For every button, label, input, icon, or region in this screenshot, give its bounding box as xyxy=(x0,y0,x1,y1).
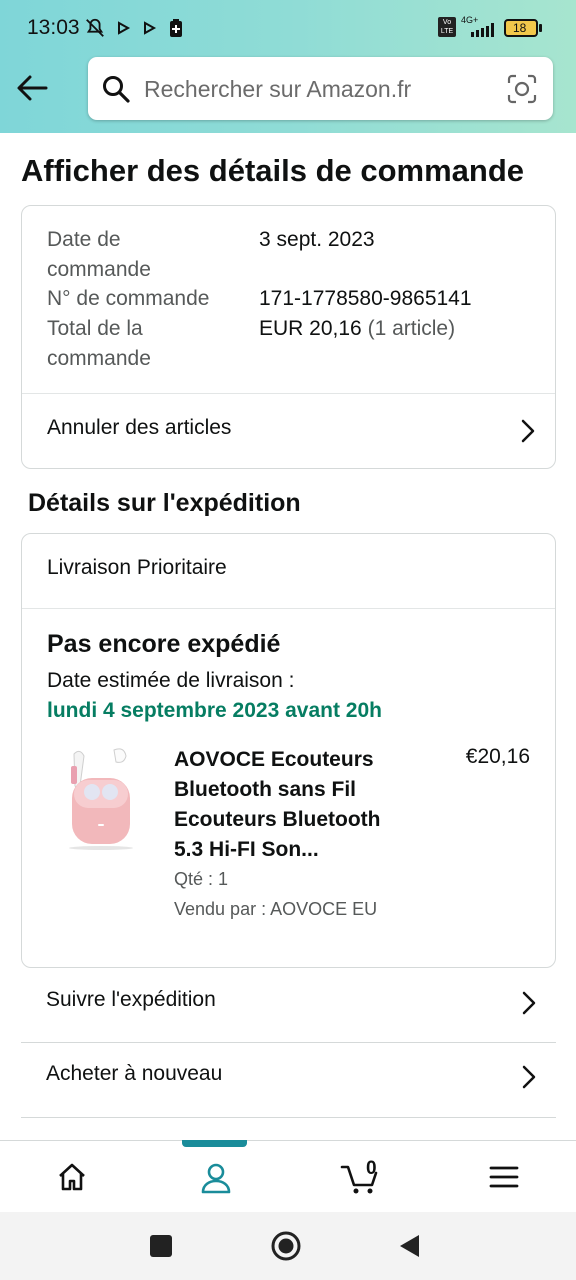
system-navigation-bar xyxy=(0,1212,576,1280)
user-icon xyxy=(201,1163,231,1194)
buy-again-link[interactable]: Acheter à nouveau xyxy=(21,1040,556,1115)
signal-icon xyxy=(471,23,494,37)
order-date-value: 3 sept. 2023 xyxy=(259,228,375,251)
nav-cart[interactable]: 0 xyxy=(288,1141,432,1213)
track-shipment-link[interactable]: Suivre l'expédition xyxy=(21,966,556,1041)
nav-home[interactable] xyxy=(0,1141,144,1213)
battery-icon: 18 xyxy=(504,19,538,37)
play-icon-2 xyxy=(144,21,157,35)
nav-menu[interactable] xyxy=(432,1141,576,1213)
mute-icon xyxy=(86,18,104,37)
search-bar[interactable] xyxy=(88,57,553,120)
recents-icon[interactable] xyxy=(145,1230,177,1262)
chevron-right-icon xyxy=(521,419,535,443)
back-button-icon[interactable] xyxy=(394,1230,426,1262)
shipping-type: Livraison Prioritaire xyxy=(47,556,227,579)
order-item-count: (1 article) xyxy=(367,317,456,340)
shipment-status: Pas encore expédié xyxy=(47,630,281,658)
app-header: 13:03 Vo LTE 4G+ 18 xyxy=(0,0,576,133)
cart-count: 0 xyxy=(366,1158,377,1179)
order-total: EUR 20,16 (1 article) xyxy=(259,314,455,344)
nav-account[interactable] xyxy=(144,1140,288,1213)
divider xyxy=(21,1117,556,1118)
product-image[interactable] xyxy=(62,744,138,854)
order-total-label: Total de la commande xyxy=(47,317,151,370)
buy-again-label: Acheter à nouveau xyxy=(46,1062,223,1085)
search-icon xyxy=(103,76,130,103)
volte-badge: Vo LTE xyxy=(438,17,456,37)
order-total-value: EUR 20,16 xyxy=(259,317,362,340)
home-icon xyxy=(59,1163,85,1191)
play-icon xyxy=(118,21,131,35)
shipment-card: Livraison Prioritaire Pas encore expédié… xyxy=(21,533,556,968)
battery-tip xyxy=(539,24,542,32)
order-number-value: 171-1778580-9865141 xyxy=(259,287,472,310)
order-date-label: Date de commande xyxy=(47,228,151,281)
cancel-items-label: Annuler des articles xyxy=(47,416,232,439)
product-quantity: Qté : 1 xyxy=(174,869,229,889)
product-price: €20,16 xyxy=(465,745,530,768)
battery-saver-icon xyxy=(170,19,182,37)
delivery-estimate-label: Date estimée de livraison : xyxy=(47,669,295,692)
status-bar: 13:03 Vo LTE 4G+ 18 xyxy=(0,0,576,56)
camera-lens-icon[interactable] xyxy=(506,73,538,105)
search-input[interactable] xyxy=(144,73,494,105)
back-arrow-icon[interactable] xyxy=(14,70,50,106)
bottom-navigation: 0 xyxy=(0,1140,576,1212)
order-number-label: N° de commande xyxy=(47,287,210,310)
shipment-section-title: Détails sur l'expédition xyxy=(28,489,301,517)
product-seller: Vendu par : AOVOCE EU xyxy=(174,899,378,919)
track-shipment-label: Suivre l'expédition xyxy=(46,988,216,1011)
product-title[interactable]: AOVOCE Ecouteurs Bluetooth sans Fil Ecou… xyxy=(174,745,414,865)
battery-level: 18 xyxy=(513,21,527,35)
page-title: Afficher des détails de commande xyxy=(21,153,525,188)
chevron-right-icon xyxy=(522,1065,536,1089)
delivery-estimate-date: lundi 4 septembre 2023 avant 20h xyxy=(47,699,382,722)
divider xyxy=(22,608,555,609)
status-time: 13:03 xyxy=(27,16,80,39)
home-button-icon[interactable] xyxy=(270,1230,302,1262)
menu-icon xyxy=(489,1166,519,1188)
order-summary-card: Date de commande 3 sept. 2023 N° de comm… xyxy=(21,205,556,469)
cancel-items-link[interactable]: Annuler des articles xyxy=(22,394,555,468)
active-tab-indicator xyxy=(182,1140,247,1147)
chevron-right-icon xyxy=(522,991,536,1015)
